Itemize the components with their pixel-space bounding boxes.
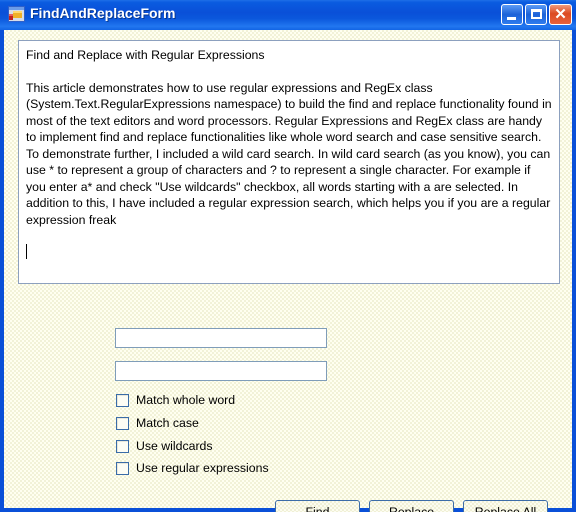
close-button[interactable]: ✕ xyxy=(549,4,572,25)
description-body: This article demonstrates how to use reg… xyxy=(26,80,552,227)
find-button[interactable]: Find xyxy=(275,500,360,512)
form-client-area: Find and Replace with Regular Expression… xyxy=(4,30,572,512)
find-and-replace-window: FindAndReplaceForm ✕ Find and Replace wi… xyxy=(0,0,576,512)
description-textbox-content: Find and Replace with Regular Expression… xyxy=(19,41,559,259)
minimize-icon xyxy=(507,17,516,20)
checkbox-label: Use regular expressions xyxy=(136,461,269,475)
description-textbox[interactable]: Find and Replace with Regular Expression… xyxy=(18,40,560,284)
replace-all-button[interactable]: Replace All xyxy=(463,500,548,512)
title-bar[interactable]: FindAndReplaceForm ✕ xyxy=(0,0,576,30)
description-heading: Find and Replace with Regular Expression… xyxy=(26,48,265,62)
checkbox-box-icon[interactable] xyxy=(116,417,129,430)
close-icon: ✕ xyxy=(554,6,567,23)
checkbox-box-icon[interactable] xyxy=(116,440,129,453)
checkbox-box-icon[interactable] xyxy=(116,462,129,475)
window-title: FindAndReplaceForm xyxy=(30,5,176,21)
replace-with-input[interactable] xyxy=(115,361,327,381)
search-input[interactable] xyxy=(115,328,327,348)
form-designer-icon xyxy=(8,6,25,22)
checkbox-label: Match whole word xyxy=(136,393,236,407)
maximize-button[interactable] xyxy=(525,4,547,25)
replace-button[interactable]: Replace xyxy=(369,500,454,512)
text-caret xyxy=(26,244,27,259)
checkbox-label: Match case xyxy=(136,416,199,430)
minimize-button[interactable] xyxy=(501,4,523,25)
maximize-icon xyxy=(531,9,542,19)
checkbox-box-icon[interactable] xyxy=(116,394,129,407)
checkbox-label: Use wildcards xyxy=(136,439,213,453)
